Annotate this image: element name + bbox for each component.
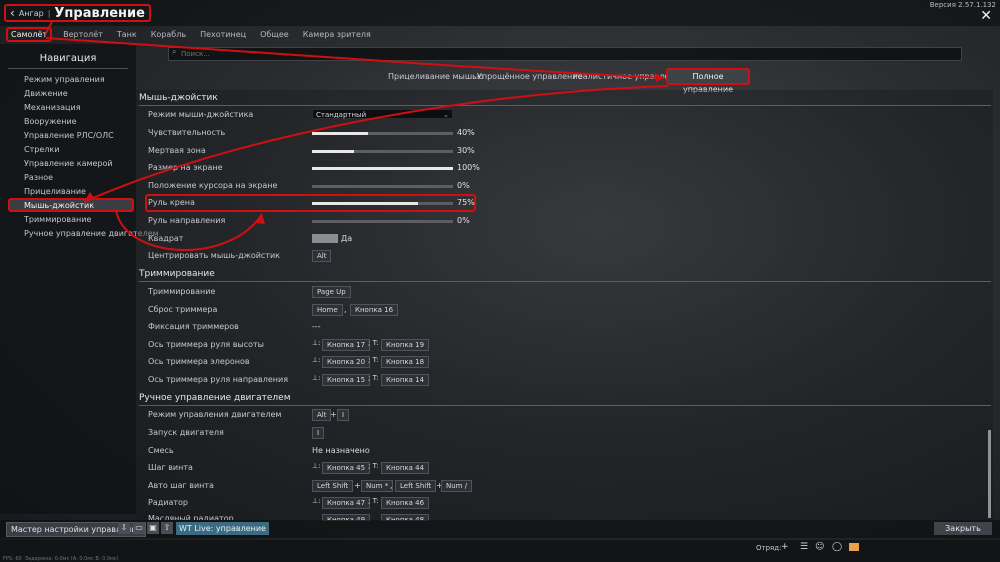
save-icon[interactable]: ▣ [147, 522, 159, 534]
mail-icon[interactable] [849, 543, 859, 551]
latency-value: Задержка: 0.0мс (A: 0.0мс B: 0.0мс) [24, 556, 119, 562]
friends-icon[interactable]: ☺ [815, 542, 824, 552]
squad-label: Отряд: [756, 544, 782, 552]
chat-icon[interactable]: ◯ [832, 542, 842, 552]
export-icon[interactable]: ⇧ [161, 522, 173, 534]
annotation-arrows [45, 21, 669, 251]
new-file-icon[interactable]: ▭ [133, 522, 145, 534]
wt-live-button[interactable]: WT Live: управление [176, 522, 269, 535]
add-icon[interactable]: + [781, 542, 789, 552]
import-icon[interactable]: ⇩ [118, 522, 130, 534]
list-icon[interactable]: ☰ [800, 542, 808, 552]
fps-readout: FPS: 60 Задержка: 0.0мс (A: 0.0мс B: 0.0… [3, 556, 119, 562]
fps-value: FPS: 60 [3, 556, 22, 562]
close-button[interactable]: Закрыть [934, 522, 992, 535]
